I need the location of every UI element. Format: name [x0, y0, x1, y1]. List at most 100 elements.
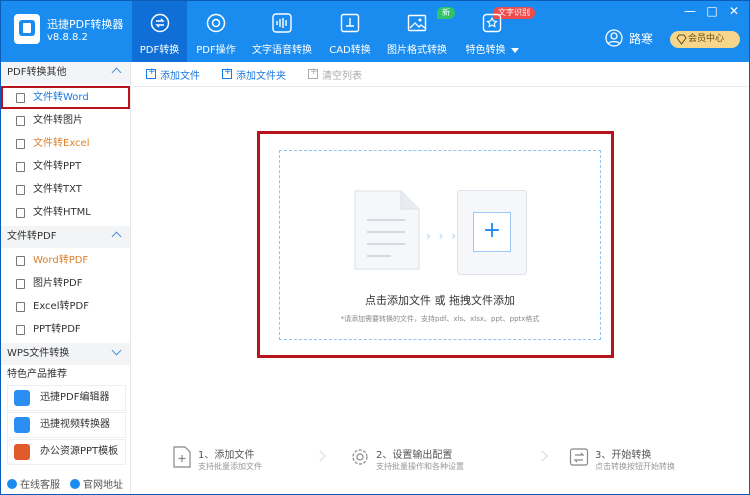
sidebar-item-word-to-pdf[interactable]: Word转PDF — [1, 249, 130, 272]
sidebar-item-label: 文件转图片 — [33, 115, 83, 126]
minimize-button[interactable]: — — [683, 4, 697, 18]
sidebar-item-file-to-html[interactable]: 文件转HTML — [1, 201, 130, 224]
diamond-icon — [676, 34, 687, 45]
image-icon — [407, 14, 427, 32]
step-title: 1、添加文件 — [198, 450, 255, 461]
sidebar-item-file-to-txt[interactable]: 文件转TXT — [1, 178, 130, 201]
nav-label: 特色转换 — [465, 45, 506, 56]
sidebar-item-label: Word转PDF — [33, 255, 89, 266]
add-file-icon — [146, 67, 156, 79]
nav-label: PDF转换 — [139, 45, 180, 56]
online-service-link[interactable]: 在线客服 — [7, 476, 60, 491]
plus-icon: + — [473, 212, 511, 252]
ppt-file-icon — [16, 162, 25, 172]
sidebar-item-file-to-excel[interactable]: 文件转Excel — [1, 132, 130, 155]
step-title: 3、开始转换 — [595, 450, 652, 461]
group-pdf-to-other[interactable]: PDF转换其他 — [1, 62, 130, 84]
sidebar-item-file-to-image[interactable]: 文件转图片 — [1, 109, 130, 132]
convert-icon — [569, 448, 589, 466]
convert-icon — [150, 13, 169, 33]
chevron-up-icon — [111, 231, 122, 242]
group-file-to-pdf[interactable]: 文件转PDF — [1, 226, 130, 248]
featured-label: 迅捷PDF编辑器 — [40, 392, 110, 403]
title-bar: 迅捷PDF转换器 v8.8.8.2 PDF转换 PDF操作 文字语音转换 CAD… — [0, 0, 750, 62]
group-title: WPS文件转换 — [7, 348, 70, 359]
nav-label: CAD转换 — [329, 45, 371, 56]
sidebar: PDF转换其他 文件转Word 文件转图片 文件转Excel 文件转PPT 文件… — [0, 62, 131, 495]
step-guide: 1、添加文件 支持批量添加文件 2、设置输出配置 支持批量操作和各种设置 3、开… — [132, 440, 749, 480]
nav-label: 图片格式转换 — [387, 45, 447, 56]
word-file-icon — [16, 93, 25, 103]
trash-icon — [308, 67, 318, 79]
app-version: v8.8.8.2 — [47, 32, 88, 43]
nav-cad-convert[interactable]: CAD转换 — [319, 1, 381, 62]
file-dropzone[interactable] — [279, 150, 601, 340]
html-file-icon — [16, 208, 25, 218]
add-file-box[interactable]: + — [457, 190, 527, 275]
nav-text-speech[interactable]: 文字语音转换 — [245, 1, 319, 62]
nav-label: 文字语音转换 — [252, 45, 312, 56]
sidebar-item-image-to-pdf[interactable]: 图片转PDF — [1, 272, 130, 295]
cad-icon — [340, 13, 360, 33]
user-account[interactable]: 路寒 — [605, 29, 653, 47]
txt-file-icon — [16, 185, 25, 195]
sidebar-item-label: 图片转PDF — [33, 278, 83, 289]
sidebar-item-file-to-word[interactable]: 文件转Word — [1, 86, 130, 109]
featured-video-converter[interactable]: 迅捷视频转换器 — [7, 412, 126, 438]
maximize-button[interactable]: □ — [705, 4, 719, 18]
featured-pdf-editor[interactable]: 迅捷PDF编辑器 — [7, 385, 126, 411]
gear-icon — [352, 449, 368, 465]
sidebar-item-file-to-ppt[interactable]: 文件转PPT — [1, 155, 130, 178]
app-logo — [14, 14, 40, 44]
close-button[interactable]: ✕ — [727, 4, 741, 18]
user-icon — [605, 29, 623, 47]
featured-title: 特色产品推荐 — [7, 369, 67, 380]
chevron-down-icon — [111, 345, 122, 356]
step-subtitle: 支持批量添加文件 — [198, 462, 262, 471]
pdf-editor-icon — [14, 390, 30, 406]
group-wps-convert[interactable]: WPS文件转换 — [1, 343, 130, 365]
nav-pdf-operate[interactable]: PDF操作 — [187, 1, 245, 62]
window-controls: — □ ✕ — [683, 4, 741, 18]
add-folder-button[interactable]: 添加文件夹 — [222, 67, 286, 82]
sidebar-item-excel-to-pdf[interactable]: Excel转PDF — [1, 295, 130, 318]
arrow-icon: › › › — [426, 229, 459, 243]
gear-icon — [206, 13, 226, 33]
image-file-icon — [16, 116, 25, 126]
chevron-right-icon — [314, 450, 326, 462]
image-file-icon — [16, 279, 25, 289]
vip-center-button[interactable]: 会员中心 — [670, 31, 740, 48]
sidebar-item-ppt-to-pdf[interactable]: PPT转PDF — [1, 318, 130, 341]
ppt-template-icon — [14, 444, 30, 460]
chat-icon — [7, 479, 17, 489]
website-link[interactable]: 官网地址 — [70, 476, 123, 491]
step-subtitle: 点击转换按钮开始转换 — [595, 462, 675, 471]
video-converter-icon — [14, 417, 30, 433]
group-title: PDF转换其他 — [7, 67, 67, 78]
nav-special-convert[interactable]: 文字识别 特色转换 — [453, 1, 535, 62]
dropzone-hint: *请添加需要转换的文件，支持pdf、xls、xlsx、ppt、pptx格式 — [340, 315, 540, 323]
chevron-down-icon — [510, 47, 519, 53]
star-convert-icon — [482, 13, 502, 33]
toolbar: 添加文件 添加文件夹 清空列表 — [132, 62, 749, 87]
sidebar-item-label: 文件转Excel — [33, 138, 90, 149]
step-title: 2、设置输出配置 — [376, 450, 453, 461]
chevron-up-icon — [111, 67, 122, 78]
sidebar-item-label: PPT转PDF — [33, 324, 81, 335]
nav-pdf-convert[interactable]: PDF转换 — [132, 1, 187, 62]
word-file-icon — [16, 256, 25, 266]
app-name: 迅捷PDF转换器 — [47, 18, 124, 31]
clear-list-button[interactable]: 清空列表 — [308, 67, 362, 82]
user-name: 路寒 — [629, 31, 654, 46]
vip-label: 会员中心 — [688, 34, 725, 44]
featured-ppt-templates[interactable]: 办公资源PPT模板 — [7, 439, 126, 465]
ppt-file-icon — [16, 325, 25, 335]
document-icon — [354, 190, 420, 270]
dropzone-title: 点击添加文件 或 拖拽文件添加 — [365, 294, 515, 307]
sidebar-footer: 在线客服 官网地址 — [7, 476, 123, 491]
excel-file-icon — [16, 139, 25, 149]
nav-image-format[interactable]: 新 图片格式转换 — [381, 1, 455, 62]
featured-label: 迅捷视频转换器 — [40, 419, 110, 430]
group-title: 文件转PDF — [7, 231, 57, 242]
add-file-button[interactable]: 添加文件 — [146, 67, 200, 82]
